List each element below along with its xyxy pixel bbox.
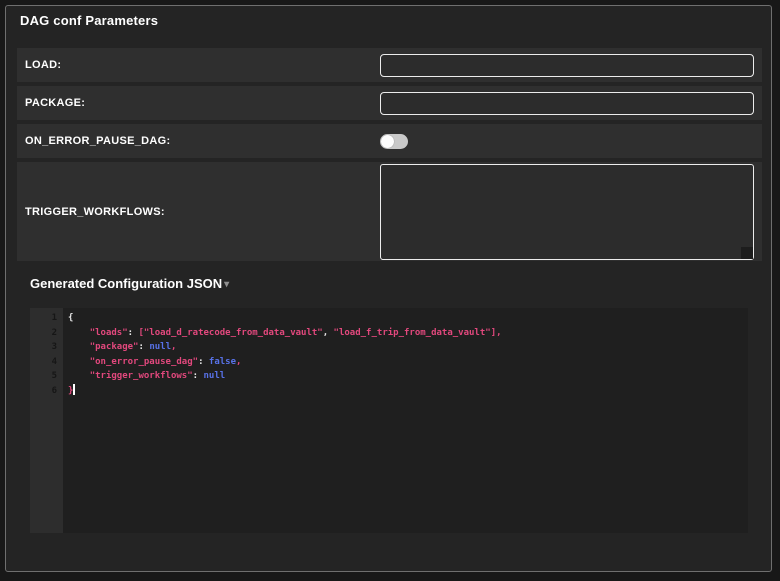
json-editor[interactable]: 123456 { "loads": ["load_d_ratecode_from… bbox=[30, 308, 748, 533]
form-row-package: PACKAGE: bbox=[17, 86, 762, 120]
generated-config-json-title: Generated Configuration JSON bbox=[30, 276, 222, 291]
panel-title: DAG conf Parameters bbox=[20, 13, 158, 28]
trigger-workflows-control bbox=[380, 164, 762, 260]
dag-conf-panel: DAG conf Parameters LOAD: PACKAGE: ON_ER… bbox=[5, 5, 772, 572]
code-line-4: "on_error_pause_dag": false, bbox=[68, 355, 748, 370]
dag-conf-form: LOAD: PACKAGE: ON_ERROR_PAUSE_DAG: TRIGG… bbox=[17, 48, 762, 261]
package-input[interactable] bbox=[380, 92, 754, 115]
code-line-1: { bbox=[68, 311, 748, 326]
trigger-workflows-textarea[interactable] bbox=[380, 164, 754, 260]
on-error-pause-dag-label: ON_ERROR_PAUSE_DAG: bbox=[17, 135, 380, 147]
on-error-pause-dag-toggle[interactable] bbox=[380, 134, 408, 149]
code-line-6: } bbox=[68, 384, 748, 399]
code-line-2: "loads": ["load_d_ratecode_from_data_vau… bbox=[68, 326, 748, 341]
text-cursor bbox=[73, 384, 75, 395]
editor-gutter: 123456 bbox=[30, 308, 63, 533]
code-line-3: "package": null, bbox=[68, 340, 748, 355]
load-label: LOAD: bbox=[17, 59, 380, 71]
code-line-5: "trigger_workflows": null bbox=[68, 369, 748, 384]
generated-config-json-header[interactable]: Generated Configuration JSON▾ bbox=[30, 276, 229, 291]
form-row-on-error-pause-dag: ON_ERROR_PAUSE_DAG: bbox=[17, 124, 762, 158]
toggle-knob bbox=[381, 135, 394, 148]
editor-code[interactable]: { "loads": ["load_d_ratecode_from_data_v… bbox=[63, 308, 748, 533]
package-control bbox=[380, 92, 762, 115]
load-input[interactable] bbox=[380, 54, 754, 77]
trigger-workflows-label: TRIGGER_WORKFLOWS: bbox=[17, 206, 380, 218]
package-label: PACKAGE: bbox=[17, 97, 380, 109]
load-control bbox=[380, 54, 762, 77]
chevron-down-icon: ▾ bbox=[224, 279, 229, 290]
form-row-trigger-workflows: TRIGGER_WORKFLOWS: bbox=[17, 162, 762, 261]
textarea-resize-handle[interactable] bbox=[741, 247, 753, 259]
on-error-pause-dag-control bbox=[380, 134, 762, 149]
form-row-load: LOAD: bbox=[17, 48, 762, 82]
